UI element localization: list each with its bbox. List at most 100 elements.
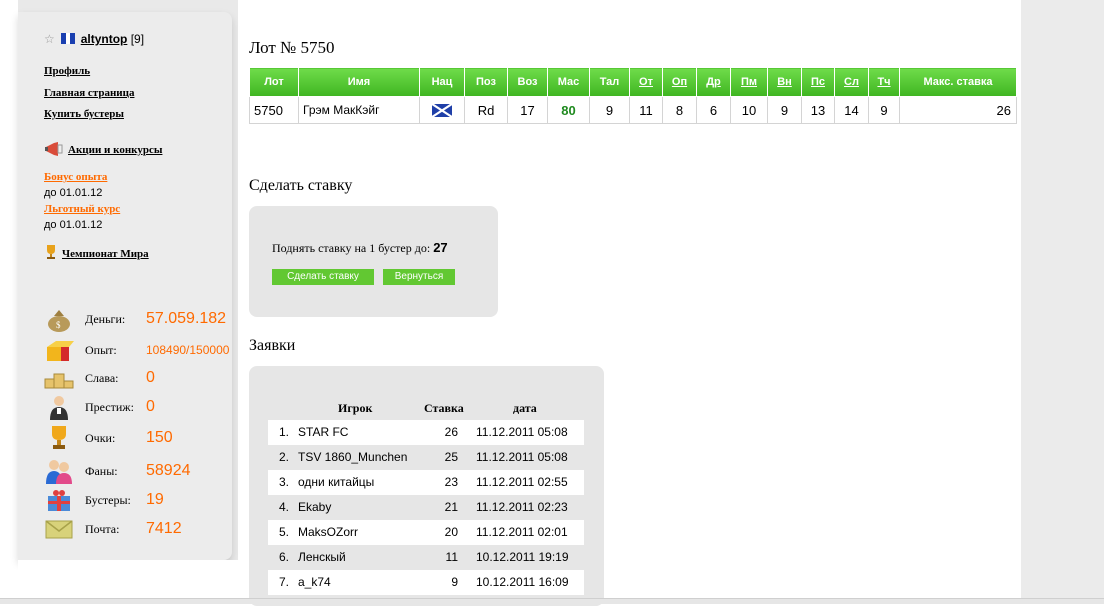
user-level: [9] xyxy=(130,32,145,46)
player-vn: 9 xyxy=(767,96,802,124)
col-talent: Тал xyxy=(589,67,630,97)
gift-icon xyxy=(48,490,70,511)
col-pm[interactable]: Пм xyxy=(730,67,768,97)
application-row: 2. TSV 1860_Munchen 25 11.12.2011 05:08 xyxy=(268,445,584,470)
col-vn[interactable]: Вн xyxy=(767,67,802,97)
stat-label-points: Очки: xyxy=(85,431,116,445)
stat-value-experience: 108490/150000 xyxy=(146,343,230,357)
scotland-flag-icon xyxy=(431,102,453,118)
lot-table: Лот Имя Нац Поз Воз Мас Тал От Оп Др Пм … xyxy=(249,67,1017,124)
col-mastery: Мас xyxy=(547,67,590,97)
sidebar-footer-shadow xyxy=(18,560,238,580)
bid-amount: 27 xyxy=(433,240,448,255)
col-name: Имя xyxy=(298,67,420,97)
col-position: Поз xyxy=(464,67,508,97)
player-dr: 6 xyxy=(696,96,731,124)
applications-header-bid: Ставка xyxy=(424,401,464,415)
col-ot[interactable]: От xyxy=(629,67,663,97)
application-row: 3. одни китайцы 23 11.12.2011 02:55 xyxy=(268,470,584,495)
star-icon[interactable]: ☆ xyxy=(44,33,56,45)
col-max-bid: Макс. ставка xyxy=(899,67,1017,97)
application-row: 4. Ekaby 21 11.12.2011 02:23 xyxy=(268,495,584,520)
sidebar-link-home[interactable]: Главная страница xyxy=(44,87,134,99)
svg-text:$: $ xyxy=(56,320,61,330)
stat-label-fans: Фаны: xyxy=(85,464,118,478)
stat-label-prestige: Престиж: xyxy=(85,400,134,414)
window-bottom-border xyxy=(0,598,1104,604)
stat-value-mail: 7412 xyxy=(146,520,182,537)
promo-link[interactable]: Акции и конкурсы xyxy=(44,141,162,157)
cup-icon xyxy=(47,245,55,259)
applications-section-title: Заявки xyxy=(249,337,296,354)
mail-icon xyxy=(45,520,73,539)
player-ps: 13 xyxy=(801,96,835,124)
stat-value-boosters: 19 xyxy=(146,491,164,508)
stat-value-points: 150 xyxy=(146,429,173,446)
player-pm: 10 xyxy=(730,96,768,124)
fans-icon xyxy=(46,460,72,484)
nation-cell xyxy=(419,96,465,124)
col-lot: Лот xyxy=(249,67,299,97)
stat-label-glory: Слава: xyxy=(85,371,119,385)
lot-title: Лот № 5750 xyxy=(249,38,335,57)
preferential-rate-date: до 01.01.12 xyxy=(44,219,103,231)
place-bid-button[interactable]: Сделать ставку xyxy=(272,269,374,285)
stat-value-glory: 0 xyxy=(146,369,155,386)
sidebar-link-buy-boosters[interactable]: Купить бустеры xyxy=(44,108,124,120)
experience-icon xyxy=(47,341,74,361)
money-bag-icon: $ xyxy=(48,310,70,332)
col-sl[interactable]: Сл xyxy=(834,67,869,97)
applications-header-date: дата xyxy=(513,401,537,415)
lot-number: 5750 xyxy=(249,96,299,124)
preferential-rate-link[interactable]: Льготный курс xyxy=(44,203,120,215)
lot-table-header: Лот Имя Нац Поз Воз Мас Тал От Оп Др Пм … xyxy=(249,67,1017,97)
back-button[interactable]: Вернуться xyxy=(383,269,455,285)
applications-panel: Игрок Ставка дата 1. STAR FC 26 11.12.20… xyxy=(249,366,604,606)
application-row: 5. MaksOZorr 20 11.12.2011 02:01 xyxy=(268,520,584,545)
user-info: ☆ altyntop [9] xyxy=(44,32,144,46)
stat-label-experience: Опыт: xyxy=(85,343,117,357)
player-op: 8 xyxy=(662,96,697,124)
promo-label: Акции и конкурсы xyxy=(68,144,163,156)
stat-label-boosters: Бустеры: xyxy=(85,493,131,507)
trophy-icon xyxy=(52,426,66,449)
player-sl: 14 xyxy=(834,96,869,124)
player-age: 17 xyxy=(507,96,548,124)
col-nation: Нац xyxy=(419,67,465,97)
sidebar-link-profile[interactable]: Профиль xyxy=(44,65,90,77)
col-ps[interactable]: Пс xyxy=(801,67,835,97)
username-link[interactable]: altyntop xyxy=(81,32,128,46)
podium-icon xyxy=(44,373,74,389)
bid-instruction-text: Поднять ставку на 1 бустер до: xyxy=(272,241,431,255)
application-row: 6. Ленскый 11 10.12.2011 19:19 xyxy=(268,545,584,570)
player-talent: 9 xyxy=(589,96,630,124)
prestige-icon xyxy=(50,396,68,420)
player-ot: 11 xyxy=(629,96,663,124)
col-op[interactable]: Оп xyxy=(662,67,697,97)
bonus-experience-link[interactable]: Бонус опыта xyxy=(44,171,107,183)
player-mastery: 80 xyxy=(547,96,590,124)
page-right-margin xyxy=(1021,0,1104,603)
bid-instruction: Поднять ставку на 1 бустер до: 27 xyxy=(272,240,448,256)
player-tch: 9 xyxy=(868,96,900,124)
championship-label: Чемпионат Мира xyxy=(62,248,149,260)
col-age: Воз xyxy=(507,67,548,97)
player-position: Rd xyxy=(464,96,508,124)
player-name: Грэм МакКэйг xyxy=(298,96,420,124)
championship-link[interactable]: Чемпионат Мира xyxy=(44,244,149,260)
stat-value-prestige: 0 xyxy=(146,398,155,415)
stat-value-fans: 58924 xyxy=(146,462,191,479)
page-left-margin xyxy=(0,0,18,603)
max-bid-value: 26 xyxy=(899,96,1017,124)
applications-header-player: Игрок xyxy=(338,401,373,415)
col-dr[interactable]: Др xyxy=(696,67,731,97)
application-row: 1. STAR FC 26 11.12.2011 05:08 xyxy=(268,420,584,445)
megaphone-icon xyxy=(45,142,63,156)
bonus-experience-date: до 01.01.12 xyxy=(44,187,103,199)
application-row: 7. a_k74 9 10.12.2011 16:09 xyxy=(268,570,584,595)
stat-label-money: Деньги: xyxy=(85,312,126,326)
user-flag-icon xyxy=(61,33,76,44)
stat-label-mail: Почта: xyxy=(85,522,120,536)
bid-section-title: Сделать ставку xyxy=(249,177,353,194)
col-tch[interactable]: Тч xyxy=(868,67,900,97)
